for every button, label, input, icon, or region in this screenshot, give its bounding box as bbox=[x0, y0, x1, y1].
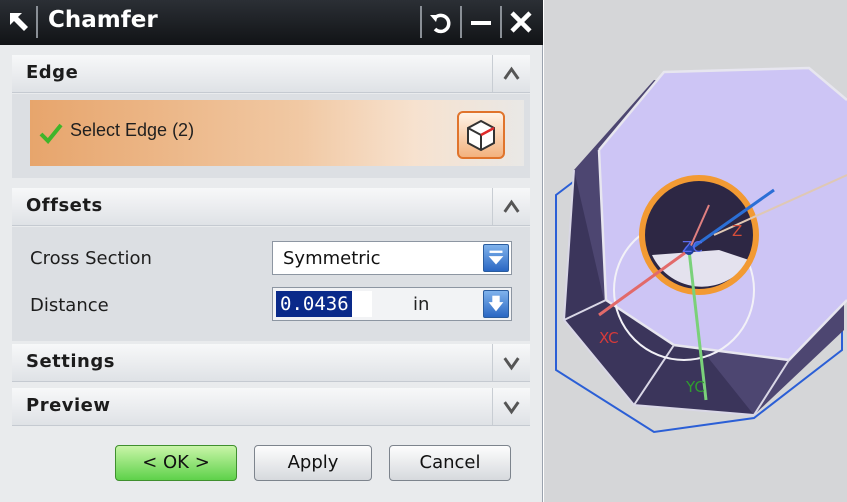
chevron-up-icon[interactable] bbox=[492, 188, 530, 225]
cube-icon bbox=[467, 119, 495, 152]
edge-section-header[interactable]: Edge bbox=[12, 55, 530, 93]
ok-button[interactable]: < OK > bbox=[115, 445, 237, 481]
distance-unit[interactable]: in bbox=[413, 294, 429, 315]
axis-label-z: Z bbox=[732, 222, 742, 240]
reset-icon[interactable] bbox=[424, 6, 458, 39]
settings-section-label: Settings bbox=[26, 351, 115, 372]
apply-button[interactable]: Apply bbox=[254, 445, 372, 481]
chamfer-dialog: Chamfer Edge Select Edge (2) Offsets Cro… bbox=[0, 0, 543, 502]
select-edge-row[interactable]: Select Edge (2) bbox=[30, 100, 524, 166]
axis-label-yc: YC bbox=[685, 378, 705, 396]
settings-section-header[interactable]: Settings bbox=[12, 344, 530, 382]
title-separator bbox=[420, 6, 422, 38]
title-separator bbox=[500, 6, 502, 38]
offsets-section-label: Offsets bbox=[26, 195, 103, 216]
title-bar[interactable]: Chamfer bbox=[0, 0, 543, 45]
cross-section-label: Cross Section bbox=[30, 248, 152, 269]
select-edge-label: Select Edge (2) bbox=[70, 120, 195, 140]
chevron-up-icon[interactable] bbox=[492, 55, 530, 92]
preview-section-header[interactable]: Preview bbox=[12, 388, 530, 426]
distance-input[interactable]: 0.0436 bbox=[276, 291, 372, 317]
close-icon[interactable] bbox=[504, 6, 538, 39]
graphics-viewport[interactable]: ZC Z XC YC bbox=[544, 0, 847, 502]
distance-field[interactable]: 0.0436 in bbox=[272, 287, 512, 321]
dialog-title: Chamfer bbox=[48, 7, 158, 33]
offsets-section-header[interactable]: Offsets bbox=[12, 188, 530, 226]
part-model: ZC Z XC YC bbox=[555, 66, 847, 434]
distance-label: Distance bbox=[30, 295, 109, 316]
chevron-down-icon[interactable] bbox=[492, 344, 530, 381]
distance-value: 0.0436 bbox=[276, 291, 352, 317]
checkmark-icon bbox=[39, 123, 63, 144]
select-edge-button[interactable] bbox=[457, 111, 505, 159]
select-arrow-icon[interactable] bbox=[6, 9, 32, 35]
cross-section-select[interactable]: Symmetric bbox=[272, 241, 512, 275]
title-separator bbox=[36, 6, 38, 38]
minimize-icon[interactable] bbox=[464, 6, 498, 39]
dropdown-arrow-icon[interactable] bbox=[483, 290, 509, 318]
title-separator bbox=[460, 6, 462, 38]
dropdown-arrow-icon[interactable] bbox=[483, 244, 509, 272]
chevron-down-icon[interactable] bbox=[492, 388, 530, 425]
preview-section-label: Preview bbox=[26, 395, 111, 416]
axis-label-zc: ZC bbox=[682, 238, 703, 256]
cancel-button[interactable]: Cancel bbox=[389, 445, 511, 481]
axis-label-xc: XC bbox=[599, 329, 619, 347]
edge-section-label: Edge bbox=[26, 62, 79, 83]
cross-section-value: Symmetric bbox=[283, 248, 381, 269]
